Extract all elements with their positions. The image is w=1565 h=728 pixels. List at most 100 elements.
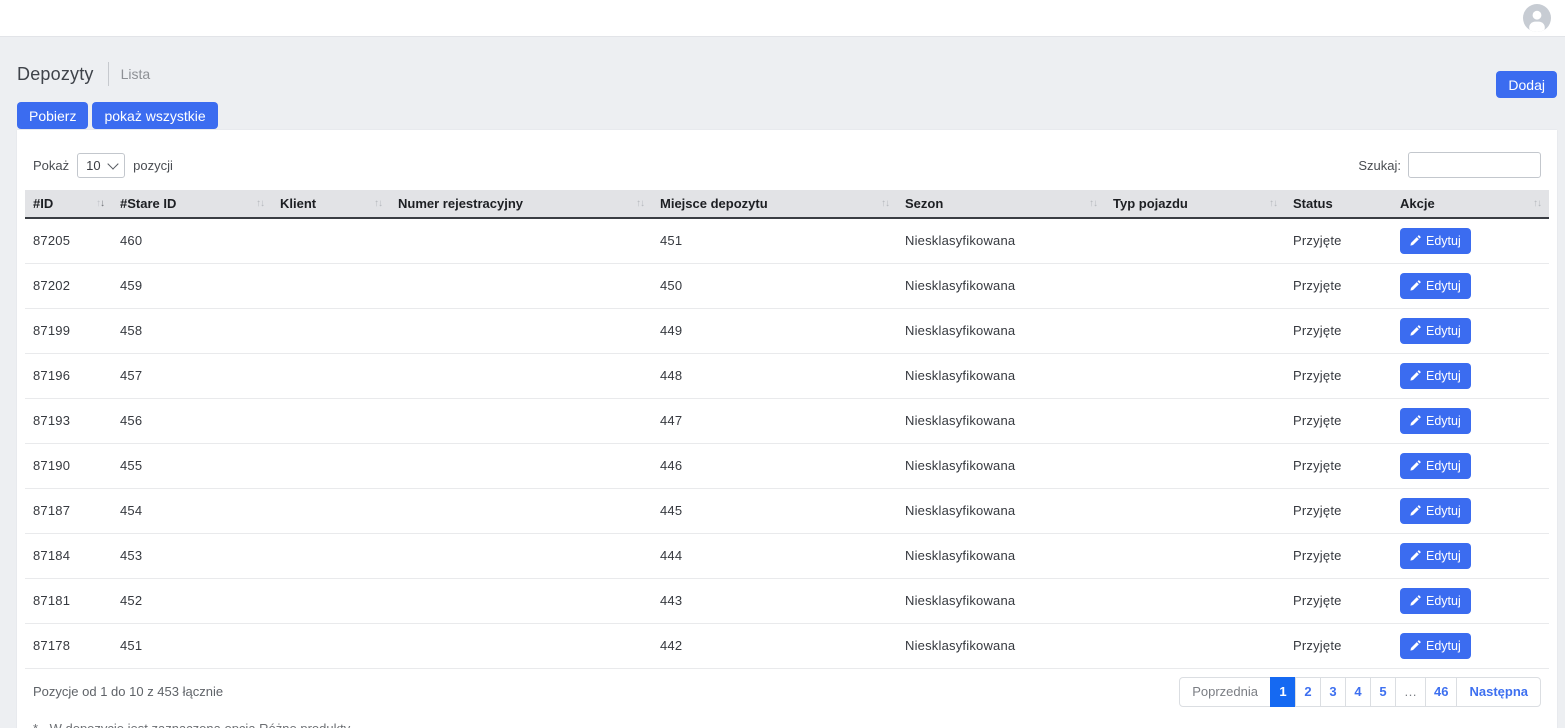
edit-button[interactable]: Edytuj: [1400, 453, 1471, 479]
table-row: 87184453444NiesklasyfikowanaPrzyjęteEdyt…: [25, 533, 1549, 578]
sort-icon: ↑↓: [256, 198, 264, 209]
pagination-page-46[interactable]: 46: [1425, 677, 1457, 707]
sort-icon: ↑↓: [1269, 198, 1277, 209]
table-cell: [1105, 308, 1285, 353]
pagination-page-4[interactable]: 4: [1345, 677, 1371, 707]
table-cell: [390, 263, 652, 308]
column-header-sezon[interactable]: Sezon↑↓: [897, 190, 1105, 218]
pagination-page-3[interactable]: 3: [1320, 677, 1346, 707]
pencil-icon: [1410, 595, 1421, 606]
table-cell: 447: [652, 398, 897, 443]
table-cell-actions: Edytuj: [1392, 488, 1549, 533]
table-cell: 87205: [25, 218, 112, 263]
table-cell: [1105, 353, 1285, 398]
pencil-icon: [1410, 235, 1421, 246]
column-label: Status: [1293, 196, 1333, 211]
topbar: [0, 0, 1565, 37]
table-cell: 449: [652, 308, 897, 353]
edit-button-label: Edytuj: [1426, 639, 1461, 653]
table-cell: [390, 398, 652, 443]
edit-button-label: Edytuj: [1426, 549, 1461, 563]
pagination-page-1[interactable]: 1: [1270, 677, 1296, 707]
table-cell: 451: [652, 218, 897, 263]
title-divider: [108, 62, 109, 86]
column-header-miejsce-depozytu[interactable]: Miejsce depozytu↑↓: [652, 190, 897, 218]
table-cell: 87202: [25, 263, 112, 308]
table-footer: Pozycje od 1 do 10 z 453 łącznie Poprzed…: [25, 677, 1549, 707]
column-header-akcje[interactable]: Akcje↑↓: [1392, 190, 1549, 218]
search-input[interactable]: [1408, 152, 1541, 178]
table-cell: [272, 488, 390, 533]
table-cell-actions: Edytuj: [1392, 398, 1549, 443]
edit-button-label: Edytuj: [1426, 369, 1461, 383]
column-header-stare-id[interactable]: #Stare ID ↑↓: [112, 190, 272, 218]
show-all-button[interactable]: pokaż wszystkie: [92, 102, 217, 129]
edit-button[interactable]: Edytuj: [1400, 318, 1471, 344]
table-header-row: #ID↑↓#Stare ID↑↓Klient↑↓Numer rejestracy…: [25, 190, 1549, 218]
pagination-page-5[interactable]: 5: [1370, 677, 1396, 707]
table-cell: Przyjęte: [1285, 533, 1392, 578]
table-cell: 459: [112, 263, 272, 308]
edit-button-label: Edytuj: [1426, 459, 1461, 473]
table-cell: [390, 218, 652, 263]
table-cell: 448: [652, 353, 897, 398]
table-cell: Przyjęte: [1285, 443, 1392, 488]
table-cell: 445: [652, 488, 897, 533]
column-header-klient[interactable]: Klient↑↓: [272, 190, 390, 218]
table-cell: [1105, 578, 1285, 623]
edit-button[interactable]: Edytuj: [1400, 543, 1471, 569]
table-cell: 453: [112, 533, 272, 578]
add-button[interactable]: Dodaj: [1496, 71, 1557, 98]
edit-button-label: Edytuj: [1426, 594, 1461, 608]
table-cell: [272, 578, 390, 623]
table-cell-actions: Edytuj: [1392, 353, 1549, 398]
page-size-select[interactable]: 10: [77, 153, 125, 178]
table-cell: [390, 578, 652, 623]
table-cell: [390, 308, 652, 353]
table-row: 87190455446NiesklasyfikowanaPrzyjęteEdyt…: [25, 443, 1549, 488]
table-cell: 451: [112, 623, 272, 668]
table-cell: 87184: [25, 533, 112, 578]
edit-button-label: Edytuj: [1426, 504, 1461, 518]
user-avatar[interactable]: [1523, 4, 1551, 32]
edit-button[interactable]: Edytuj: [1400, 408, 1471, 434]
table-cell: [272, 218, 390, 263]
column-header-id[interactable]: #ID↑↓: [25, 190, 112, 218]
edit-button[interactable]: Edytuj: [1400, 273, 1471, 299]
table-cell: [272, 398, 390, 443]
column-label: #Stare ID: [120, 196, 176, 211]
column-label: Numer rejestracyjny: [398, 196, 523, 211]
table-row: 87196457448NiesklasyfikowanaPrzyjęteEdyt…: [25, 353, 1549, 398]
table-cell: Niesklasyfikowana: [897, 623, 1105, 668]
pagination-next[interactable]: Następna: [1456, 677, 1541, 707]
column-label: #ID: [33, 196, 53, 211]
table-cell: 446: [652, 443, 897, 488]
column-header-numer-rejestracyjny[interactable]: Numer rejestracyjny ↑↓: [390, 190, 652, 218]
table-row: 87202459450NiesklasyfikowanaPrzyjęteEdyt…: [25, 263, 1549, 308]
table-cell: Przyjęte: [1285, 623, 1392, 668]
table-cell: [1105, 488, 1285, 533]
table-cell: 87187: [25, 488, 112, 533]
download-button[interactable]: Pobierz: [17, 102, 88, 129]
pagination-page-2[interactable]: 2: [1295, 677, 1321, 707]
column-label: Akcje: [1400, 196, 1435, 211]
sort-icon: ↑↓: [636, 198, 644, 209]
table-cell: [1105, 398, 1285, 443]
edit-button[interactable]: Edytuj: [1400, 498, 1471, 524]
edit-button[interactable]: Edytuj: [1400, 228, 1471, 254]
page-length-control: Pokaż 10 pozycji: [33, 153, 173, 178]
edit-button[interactable]: Edytuj: [1400, 633, 1471, 659]
column-header-typ-pojazdu[interactable]: Typ pojazdu↑↓: [1105, 190, 1285, 218]
pagination-previous[interactable]: Poprzednia: [1179, 677, 1271, 707]
table-cell: [272, 533, 390, 578]
table-cell: Niesklasyfikowana: [897, 578, 1105, 623]
table-cell: [272, 443, 390, 488]
chevron-down-icon: 10: [77, 153, 125, 178]
edit-button[interactable]: Edytuj: [1400, 363, 1471, 389]
search-control: Szukaj:: [1358, 152, 1541, 178]
table-cell: [272, 308, 390, 353]
table-cell: [390, 488, 652, 533]
pencil-icon: [1410, 370, 1421, 381]
table-cell: Przyjęte: [1285, 353, 1392, 398]
edit-button[interactable]: Edytuj: [1400, 588, 1471, 614]
